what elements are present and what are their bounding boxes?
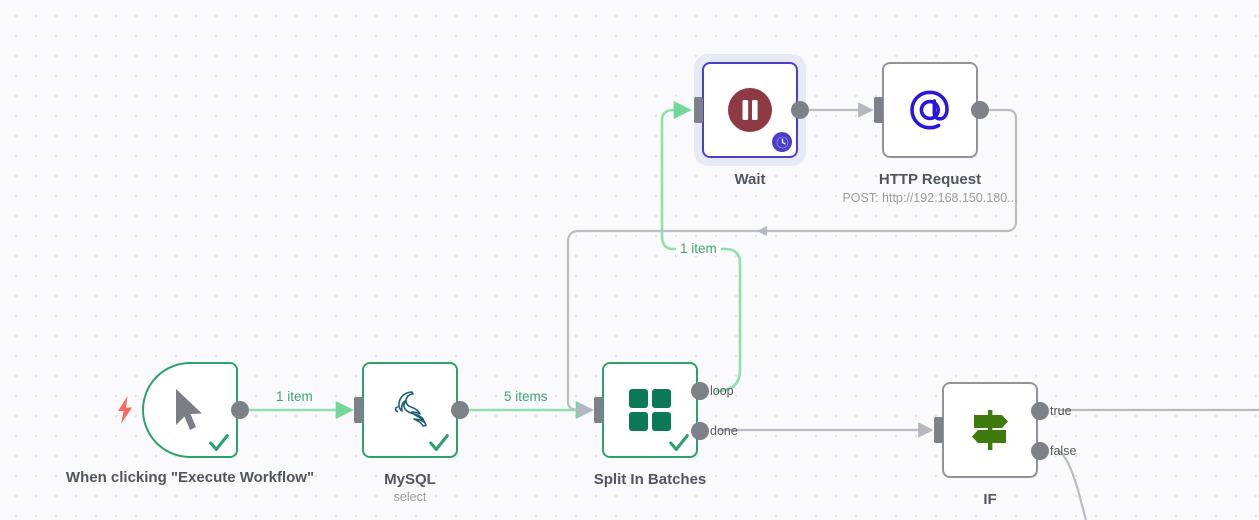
- output-endpoint-wait[interactable]: [791, 101, 809, 119]
- node-when-clicking-execute-workflow[interactable]: [142, 362, 238, 458]
- node-mysql[interactable]: [362, 362, 458, 458]
- workflow-canvas[interactable]: 1 item 5 items 1 item When clicking "Exe…: [0, 0, 1259, 520]
- input-endpoint-wait[interactable]: [694, 97, 703, 123]
- mysql-dolphin-icon: [382, 382, 438, 438]
- batches-grid-icon: [622, 382, 678, 438]
- status-success-icon: [669, 434, 689, 451]
- node-label-trigger: When clicking "Execute Workflow": [65, 469, 315, 486]
- output-endpoint-if-false[interactable]: [1031, 442, 1049, 460]
- node-wait[interactable]: [702, 62, 798, 158]
- node-subtitle-mysql: select: [393, 490, 427, 504]
- node-label-wait: Wait: [734, 171, 766, 188]
- wire-label-loop-to-wait: 1 item: [676, 241, 721, 256]
- wire-label-trigger-to-mysql: 1 item: [272, 389, 317, 404]
- output-label-true: true: [1050, 404, 1072, 418]
- node-subtitle-http-request: POST: http://192.168.150.180...: [842, 191, 1018, 205]
- output-endpoint-split-loop[interactable]: [691, 382, 709, 400]
- signpost-icon: [962, 402, 1018, 458]
- node-split-in-batches[interactable]: [602, 362, 698, 458]
- trigger-bolt-icon: [116, 396, 134, 429]
- node-label-split-in-batches: Split In Batches: [593, 471, 707, 488]
- clock-icon: [772, 132, 792, 152]
- status-success-icon: [429, 434, 449, 451]
- output-endpoint-http-request[interactable]: [971, 101, 989, 119]
- output-endpoint-split-done[interactable]: [691, 422, 709, 440]
- node-label-mysql: MySQL: [384, 471, 436, 488]
- wire-label-mysql-to-split: 5 items: [500, 389, 552, 404]
- input-endpoint-if[interactable]: [934, 417, 943, 443]
- mouse-pointer-icon: [162, 382, 218, 438]
- output-endpoint-if-true[interactable]: [1031, 402, 1049, 420]
- input-endpoint-http-request[interactable]: [874, 97, 883, 123]
- output-label-loop: loop: [710, 384, 734, 398]
- output-label-done: done: [710, 424, 738, 438]
- node-http-request[interactable]: [882, 62, 978, 158]
- output-endpoint-mysql[interactable]: [451, 401, 469, 419]
- node-label-if: IF: [983, 491, 997, 508]
- output-endpoint-trigger[interactable]: [231, 401, 249, 419]
- input-endpoint-mysql[interactable]: [354, 397, 363, 423]
- output-label-false: false: [1050, 444, 1077, 458]
- node-if[interactable]: [942, 382, 1038, 478]
- input-endpoint-split-in-batches[interactable]: [594, 397, 603, 423]
- at-sign-icon: [902, 82, 958, 138]
- pause-icon: [722, 82, 778, 138]
- status-success-icon: [209, 434, 229, 451]
- node-label-http-request: HTTP Request: [878, 171, 982, 188]
